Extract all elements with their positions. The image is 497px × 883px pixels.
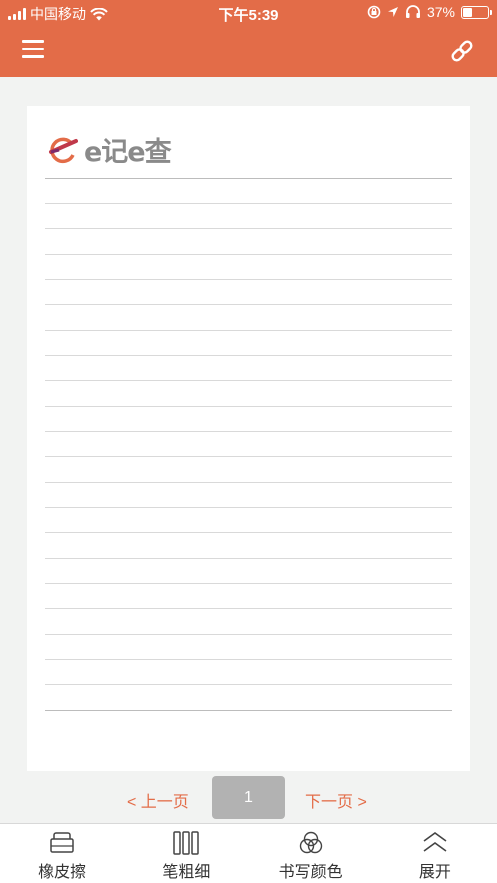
ruled-line [45,559,452,584]
bottom-toolbar: 橡皮擦 笔粗细 书写颜色 展开 [0,823,497,883]
pencil-logo-icon [49,137,78,163]
ruled-line [45,685,452,711]
eraser-icon [50,832,74,853]
location-icon [387,7,398,17]
writing-color-button[interactable]: 书写颜色 [249,824,373,883]
ruled-line [45,407,452,432]
battery-level [463,7,472,17]
expand-button[interactable]: 展开 [373,824,497,883]
ruled-line [45,584,452,610]
ruled-line [45,432,452,458]
ruled-line [45,609,452,635]
ruled-line [45,457,452,483]
status-bar: 中国移动 下午5:39 37% [0,0,497,26]
ruled-line [45,280,452,306]
ruled-line [45,255,452,280]
ruled-line [45,356,452,382]
app-logo: e记e查 [46,130,172,169]
ruled-line [45,533,452,559]
menu-button[interactable] [22,40,44,62]
pen-width-icon [173,831,200,855]
ruled-line [45,305,452,331]
eraser-label: 橡皮擦 [38,864,87,881]
pagination: < 上一页 1 下一页 > [0,776,497,819]
status-right: 37% [367,4,492,20]
ruled-line [45,508,452,534]
page-number: 1 [212,776,285,819]
chevron-up-icon [423,832,447,852]
pen-width-button[interactable]: 笔粗细 [124,824,248,883]
pen-width-label: 笔粗细 [162,864,211,881]
orientation-lock-icon [367,5,381,19]
ruled-line [45,179,452,204]
expand-label: 展开 [418,864,451,881]
ruled-line [45,331,452,356]
prev-page-button[interactable]: < 上一页 [127,788,189,812]
color-circles-icon [299,831,322,854]
link-button[interactable] [449,38,475,64]
ruled-line [45,660,452,686]
top-nav-bar [0,26,497,77]
ruled-line [45,381,452,407]
hamburger-menu-icon [22,40,44,58]
battery-percent: 37% [426,4,455,20]
logo-text: e记e查 [84,137,172,168]
battery-icon [461,5,492,19]
next-page-button[interactable]: 下一页 > [305,788,367,812]
ruled-line [45,635,452,661]
ruled-line [45,483,452,508]
ruled-line [45,204,452,230]
headphones-icon [405,5,420,18]
ruled-line [45,229,452,255]
eraser-button[interactable]: 橡皮擦 [0,824,124,883]
writing-color-label: 书写颜色 [278,864,343,881]
note-paper[interactable]: e记e查 [27,106,470,771]
ruled-lines [45,177,452,711]
link-icon [451,40,473,62]
